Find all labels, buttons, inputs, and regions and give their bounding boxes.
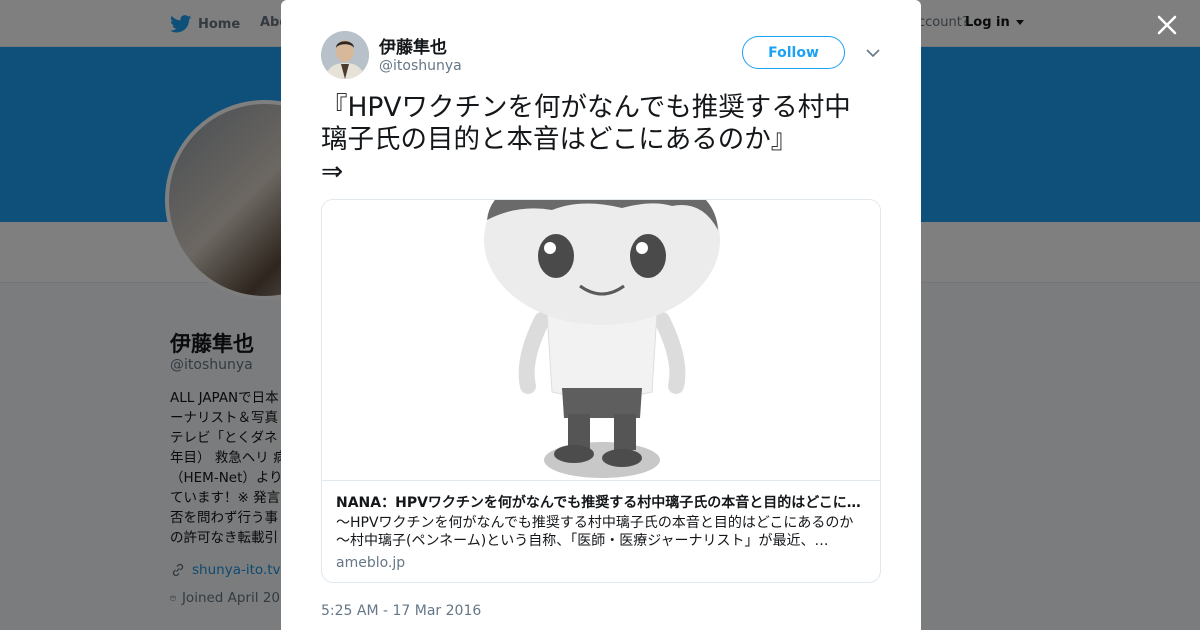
- follow-button[interactable]: Follow: [742, 36, 845, 69]
- author-name[interactable]: 伊藤隼也: [379, 33, 447, 58]
- card-description-line: ～HPVワクチンを何がなんでも推奨する村中璃子氏の本音と目的はどこにあるのか: [336, 515, 854, 531]
- tweet-text: 『HPVワクチンを何がなんでも推奨する村中 璃子氏の目的と本音はどこにあるのか』…: [321, 92, 889, 188]
- tweet-modal: 伊藤隼也 @itoshunya Follow 『HPVワクチンを何がなんでも推奨…: [281, 0, 921, 630]
- tweet-text-line: 璃子氏の目的と本音はどこにあるのか』: [321, 124, 798, 155]
- card-image: [322, 200, 880, 481]
- tweet-header: 伊藤隼也 @itoshunya Follow: [321, 31, 881, 81]
- card-description: ～HPVワクチンを何がなんでも推奨する村中璃子氏の本音と目的はどこにあるのか ～…: [336, 514, 868, 550]
- author-avatar[interactable]: [321, 31, 369, 79]
- link-card[interactable]: NANA：HPVワクチンを何がなんでも推奨する村中璃子氏の本音と目的はどこにあ……: [321, 199, 881, 583]
- chevron-down-icon[interactable]: [865, 46, 881, 60]
- tweet-text-line: 『HPVワクチンを何がなんでも推奨する村中: [321, 92, 851, 123]
- author-handle[interactable]: @itoshunya: [379, 58, 462, 74]
- card-domain: ameblo.jp: [336, 555, 406, 571]
- tweet-text-line: ⇒: [321, 156, 344, 187]
- card-title[interactable]: NANA：HPVワクチンを何がなんでも推奨する村中璃子氏の本音と目的はどこにあ…: [336, 492, 868, 512]
- avatar-illustration: [322, 200, 880, 480]
- close-icon[interactable]: [1154, 12, 1180, 38]
- tweet-timestamp[interactable]: 5:25 AM - 17 Mar 2016: [321, 603, 481, 619]
- card-description-line: ～村中璃子(ペンネーム)という自称、「医師・医療ジャーナリスト」が最近、…: [336, 533, 829, 549]
